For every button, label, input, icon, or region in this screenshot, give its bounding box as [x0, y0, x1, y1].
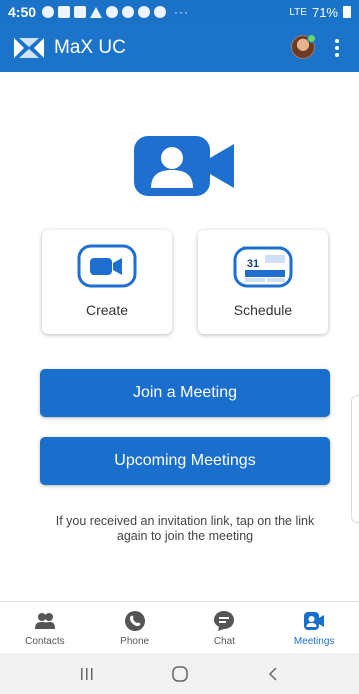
- meetings-icon: [304, 612, 325, 630]
- notification-icons: [42, 6, 167, 18]
- app-title: MaX UC: [54, 37, 126, 58]
- more-notifications: ···: [174, 5, 190, 19]
- nav-item-chat[interactable]: Chat: [180, 602, 270, 653]
- video-camera-icon: [77, 244, 137, 288]
- back-icon: [268, 666, 277, 681]
- battery-percent: 71%: [311, 4, 338, 20]
- contacts-icon: [34, 613, 55, 629]
- recent-apps-icon: [80, 667, 92, 680]
- side-panel-handle[interactable]: [351, 395, 359, 523]
- notification-icon: [42, 6, 55, 18]
- user-avatar[interactable]: [291, 34, 316, 59]
- notification-icon: [74, 6, 87, 18]
- schedule-meeting-card[interactable]: 31 Schedule: [198, 230, 328, 334]
- status-bar: 4:50 ··· LTE 71%: [0, 0, 359, 24]
- nav-item-phone[interactable]: Phone: [90, 602, 180, 653]
- nav-label-meetings: Meetings: [293, 636, 335, 647]
- phone-icon: [124, 611, 145, 631]
- notification-icon: [154, 6, 167, 18]
- calendar-icon: 31: [233, 246, 293, 288]
- nav-item-meetings[interactable]: Meetings: [269, 602, 359, 653]
- create-meeting-card[interactable]: Create: [42, 230, 172, 334]
- schedule-label: Schedule: [233, 302, 293, 318]
- video-meeting-icon: [134, 136, 234, 196]
- nav-label-contacts: Contacts: [25, 636, 65, 647]
- nav-label-phone: Phone: [120, 636, 150, 647]
- system-navigation: [0, 653, 359, 694]
- calendar-day: 31: [247, 258, 259, 270]
- upcoming-meetings-button[interactable]: Upcoming Meetings: [40, 437, 330, 485]
- notification-icon: [138, 6, 151, 18]
- status-right: LTE 71%: [289, 5, 351, 20]
- notification-icon: [122, 6, 135, 18]
- home-icon: [171, 665, 188, 682]
- kebab-menu-icon[interactable]: [327, 36, 347, 60]
- status-time: 4:50: [8, 4, 37, 20]
- nav-label-chat: Chat: [213, 636, 235, 647]
- notification-icon: [106, 6, 119, 18]
- chat-icon: [214, 611, 235, 631]
- max-uc-logo-icon: [14, 38, 44, 58]
- presence-indicator: [307, 34, 316, 43]
- home-button[interactable]: [165, 662, 195, 686]
- bottom-navigation: Contacts Phone Chat Meetings: [0, 601, 359, 653]
- join-meeting-button[interactable]: Join a Meeting: [40, 369, 330, 417]
- invitation-info-text: If you received an invitation link, tap …: [55, 514, 315, 543]
- app-bar: MaX UC: [0, 24, 359, 72]
- signal-icon: LTE: [289, 6, 307, 18]
- nav-item-contacts[interactable]: Contacts: [0, 602, 90, 653]
- battery-icon: [343, 6, 351, 18]
- warning-icon: [90, 6, 103, 18]
- recent-apps-button[interactable]: [72, 662, 102, 686]
- create-label: Create: [85, 302, 129, 318]
- notification-icon: [58, 6, 71, 18]
- back-button[interactable]: [258, 662, 288, 686]
